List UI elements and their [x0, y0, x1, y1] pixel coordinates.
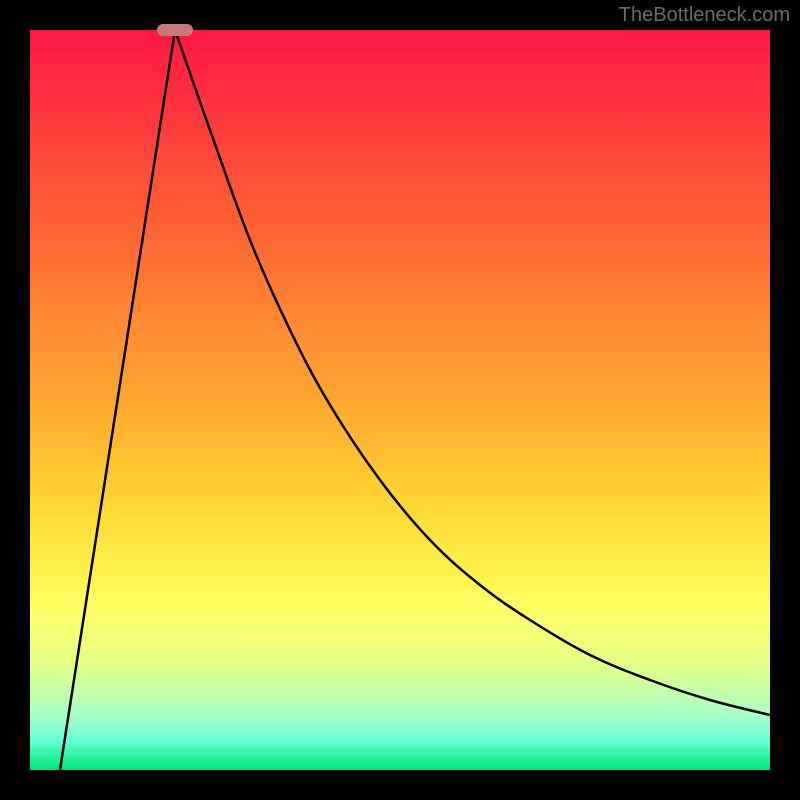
left-line-segment: [60, 30, 175, 770]
right-curve-segment: [175, 30, 770, 715]
chart-curve-layer: [30, 30, 770, 770]
min-marker: [157, 24, 193, 36]
watermark-label: TheBottleneck.com: [619, 4, 790, 27]
chart-container: TheBottleneck.com: [0, 0, 800, 800]
